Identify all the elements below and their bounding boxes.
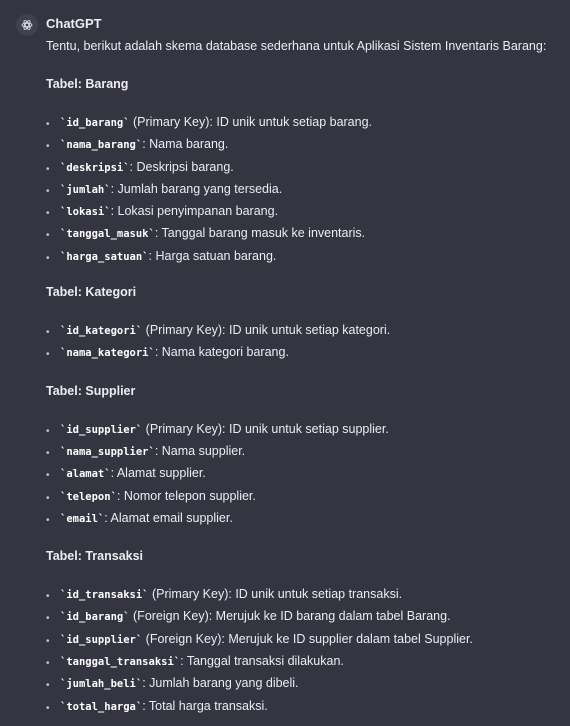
bullet-icon: • xyxy=(46,658,50,670)
field-code: `telepon` xyxy=(60,490,117,503)
field-code: `harga_satuan` xyxy=(60,250,149,263)
field-description: : Nama kategori barang. xyxy=(154,345,289,360)
table-heading: Tabel: Kategori xyxy=(46,285,137,300)
field-list: • `id_supplier` (Primary Key): ID unik un… xyxy=(46,421,564,532)
field-code: `id_barang` xyxy=(60,611,130,624)
field-description: : Jumlah barang yang tersedia. xyxy=(110,181,283,196)
list-item: • `deskripsi`: Deskripsi barang. xyxy=(46,159,564,181)
table-section-kategori: Tabel: Kategori • `id_kategori` (Primary … xyxy=(46,284,564,367)
field-code: `jumlah_beli` xyxy=(60,678,143,691)
bullet-icon: • xyxy=(46,252,50,264)
field-description: : Lokasi penyimpanan barang. xyxy=(110,204,279,219)
list-item: • `jumlah`: Jumlah barang yang tersedia. xyxy=(46,181,564,203)
list-item: • `email`: Alamat email supplier. xyxy=(46,510,564,532)
list-item: • `nama_supplier`: Nama supplier. xyxy=(46,443,564,465)
field-description: (Primary Key): ID unik untuk setiap supp… xyxy=(142,421,389,436)
field-description: : Tanggal barang masuk ke inventaris. xyxy=(154,226,366,241)
field-description: (Primary Key): ID unik untuk setiap bara… xyxy=(129,115,373,129)
table-section-supplier: Tabel: Supplier • `id_supplier` (Primary … xyxy=(46,383,564,532)
field-list: • `id_kategori` (Primary Key): ID unik un… xyxy=(46,322,564,367)
field-code: `lokasi` xyxy=(60,206,111,219)
field-code: `tanggal_masuk` xyxy=(60,228,155,241)
bullet-icon: • xyxy=(46,702,50,714)
bullet-icon: • xyxy=(46,119,50,130)
list-item: • `id_kategori` (Primary Key): ID unik un… xyxy=(46,322,564,344)
field-code: `nama_supplier` xyxy=(60,445,155,458)
field-description: : Nama supplier. xyxy=(154,443,246,458)
list-item: • `jumlah_beli`: Jumlah barang yang dibel… xyxy=(46,675,564,697)
field-list: • `id_barang` (Primary Key): ID unik untu… xyxy=(46,114,564,270)
assistant-message: ChatGPT Tentu, berikut adalah skema data… xyxy=(0,0,570,726)
list-item: • `id_barang` (Primary Key): ID unik untu… xyxy=(46,114,564,136)
openai-logo-icon xyxy=(21,20,33,30)
message-content: ChatGPT Tentu, berikut adalah skema data… xyxy=(46,16,564,720)
field-description: : Jumlah barang yang dibeli. xyxy=(142,676,299,691)
field-description: (Primary Key): ID unik untuk setiap tran… xyxy=(148,587,403,602)
bullet-icon: • xyxy=(46,230,50,242)
bullet-icon: • xyxy=(46,327,50,339)
field-description: (Foreign Key): Merujuk ke ID barang dala… xyxy=(129,609,451,624)
bullet-icon: • xyxy=(46,492,50,504)
table-heading: Tabel: Barang xyxy=(46,77,129,91)
list-item: • `id_supplier` (Primary Key): ID unik un… xyxy=(46,421,564,443)
field-code: `id_barang` xyxy=(60,117,130,129)
list-item: • `nama_barang`: Nama barang. xyxy=(46,136,564,158)
bullet-icon: • xyxy=(46,185,50,197)
field-description: : Total harga transaksi. xyxy=(142,698,268,713)
list-item: • `harga_satuan`: Harga satuan barang. xyxy=(46,248,564,270)
bullet-icon: • xyxy=(46,447,50,459)
bullet-icon: • xyxy=(46,349,50,361)
field-code: `total_harga` xyxy=(60,700,143,713)
list-item: • `id_transaksi` (Primary Key): ID unik u… xyxy=(46,586,564,608)
field-code: `id_kategori` xyxy=(60,325,143,338)
list-item: • `lokasi`: Lokasi penyimpanan barang. xyxy=(46,203,564,225)
field-code: `jumlah` xyxy=(60,183,111,196)
field-description: : Tanggal transaksi dilakukan. xyxy=(180,654,344,669)
field-description: (Foreign Key): Merujuk ke ID supplier da… xyxy=(142,631,473,646)
field-description: : Harga satuan barang. xyxy=(148,248,277,263)
field-description: : Alamat supplier. xyxy=(110,466,206,481)
field-description: : Nama barang. xyxy=(142,137,229,152)
list-item: • `nama_kategori`: Nama kategori barang. xyxy=(46,344,564,366)
bullet-icon: • xyxy=(46,208,50,220)
field-code: `email` xyxy=(60,512,105,525)
field-code: `deskripsi` xyxy=(60,161,130,174)
list-item: • `tanggal_transaksi`: Tanggal transaksi … xyxy=(46,653,564,675)
field-code: `id_supplier` xyxy=(60,423,143,436)
table-heading: Tabel: Transaksi xyxy=(46,549,144,564)
sender-name: ChatGPT xyxy=(46,16,102,31)
list-item: • `id_barang` (Foreign Key): Merujuk ke I… xyxy=(46,608,564,630)
field-list: • `id_transaksi` (Primary Key): ID unik u… xyxy=(46,586,564,720)
table-section-transaksi: Tabel: Transaksi • `id_transaksi` (Primar… xyxy=(46,548,564,720)
bullet-icon: • xyxy=(46,470,50,482)
table-heading: Tabel: Supplier xyxy=(46,383,136,398)
field-code: `id_supplier` xyxy=(60,633,143,646)
field-description: : Nomor telepon supplier. xyxy=(116,488,256,503)
field-description: (Primary Key): ID unik untuk setiap kate… xyxy=(142,323,391,338)
list-item: • `total_harga`: Total harga transaksi. xyxy=(46,698,564,720)
bullet-icon: • xyxy=(46,163,50,175)
bullet-icon: • xyxy=(46,635,50,647)
field-code: `alamat` xyxy=(60,468,111,481)
bullet-icon: • xyxy=(46,591,50,603)
field-code: `nama_kategori` xyxy=(60,347,155,360)
table-section-barang: Tabel: Barang • `id_barang` (Primary Key)… xyxy=(46,76,564,270)
field-description: : Deskripsi barang. xyxy=(129,159,234,174)
bullet-icon: • xyxy=(46,680,50,692)
list-item: • `id_supplier` (Foreign Key): Merujuk ke… xyxy=(46,631,564,653)
bullet-icon: • xyxy=(46,141,50,153)
list-item: • `telepon`: Nomor telepon supplier. xyxy=(46,488,564,510)
bullet-icon: • xyxy=(46,613,50,625)
field-code: `tanggal_transaksi` xyxy=(60,656,181,669)
intro-text: Tentu, berikut adalah skema database sed… xyxy=(46,39,547,53)
field-description: : Alamat email supplier. xyxy=(104,510,233,525)
field-code: `nama_barang` xyxy=(60,139,143,152)
list-item: • `alamat`: Alamat supplier. xyxy=(46,465,564,487)
bullet-icon: • xyxy=(46,425,50,437)
field-code: `id_transaksi` xyxy=(60,589,149,602)
list-item: • `tanggal_masuk`: Tanggal barang masuk k… xyxy=(46,225,564,247)
chatgpt-avatar xyxy=(16,14,38,36)
bullet-icon: • xyxy=(46,514,50,526)
